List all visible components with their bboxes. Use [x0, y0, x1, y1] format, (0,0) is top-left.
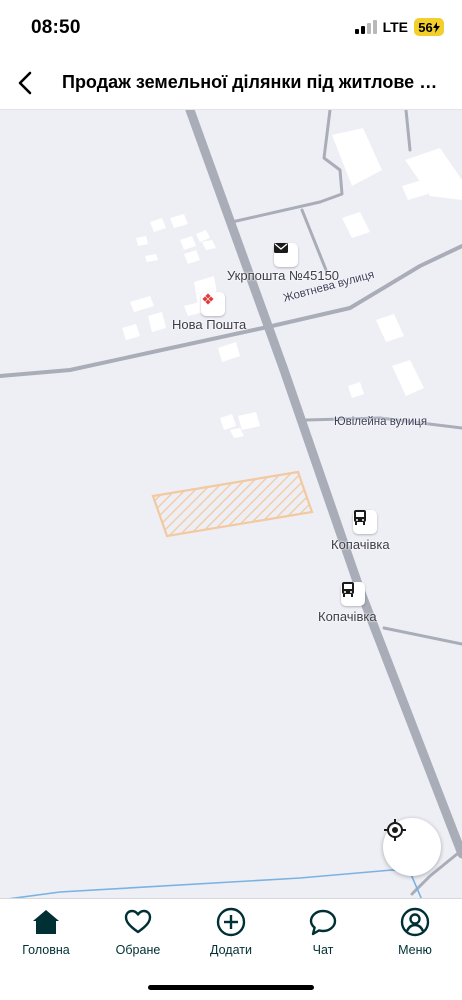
battery-icon: 56 [414, 18, 444, 36]
status-time: 08:50 [31, 17, 81, 38]
street-label-yuvileina: Ювілейна вулиця [334, 416, 428, 428]
poi-bus-stop-1-marker[interactable] [353, 510, 377, 534]
status-indicators: LTE 56 [354, 18, 444, 36]
map-view[interactable]: Жовтнева вулиця Ювілейна вулиця Укрпошта… [0, 110, 462, 898]
page-header: Продаж земельної ділянки під житлове буд… [0, 56, 462, 110]
poi-bus-stop-2-marker[interactable] [341, 582, 365, 606]
crosshair-icon [384, 819, 406, 841]
my-location-button[interactable] [383, 818, 441, 876]
tab-add-label: Додати [210, 943, 252, 957]
boundary-line [8, 869, 423, 898]
poi-nova-poshta-label[interactable]: Нова Пошта [172, 317, 246, 332]
tab-favorites-label: Обране [115, 943, 161, 957]
network-type: LTE [382, 19, 408, 35]
plus-circle-icon [216, 907, 246, 937]
chevron-left-icon [18, 71, 32, 95]
poi-ukrposhta-label[interactable]: Укрпошта №45150 [227, 268, 339, 283]
bottom-tab-bar: Головна Обране Додати Чат Меню [0, 898, 462, 1000]
tab-menu-label: Меню [398, 943, 432, 957]
mail-icon [274, 243, 288, 253]
main-road [185, 110, 462, 859]
tab-home[interactable]: Головна [0, 907, 92, 969]
map-canvas [0, 110, 462, 898]
tab-favorites[interactable]: Обране [92, 907, 184, 969]
battery-level: 56 [418, 19, 433, 35]
poi-ukrposhta-marker[interactable] [274, 243, 298, 267]
user-icon [400, 907, 430, 937]
back-button[interactable] [8, 66, 42, 100]
status-bar: 08:50 LTE 56 [0, 0, 462, 56]
tab-chat[interactable]: Чат [277, 907, 369, 969]
tab-menu[interactable]: Меню [369, 907, 461, 969]
home-icon [31, 907, 61, 937]
poi-bus-stop-1-label[interactable]: Копачівка [331, 537, 390, 552]
chat-icon [308, 907, 338, 937]
tab-add[interactable]: Додати [185, 907, 277, 969]
nova-poshta-icon [201, 292, 215, 306]
tab-home-label: Головна [22, 943, 70, 957]
heart-icon [123, 907, 153, 937]
bus-stop-icon [354, 510, 366, 525]
bus-stop-icon [342, 582, 354, 597]
charging-bolt-icon [432, 21, 440, 33]
poi-bus-stop-2-label[interactable]: Копачівка [318, 609, 377, 624]
signal-icon [354, 20, 377, 34]
home-indicator [148, 985, 314, 990]
poi-nova-poshta-marker[interactable] [201, 292, 225, 316]
tab-chat-label: Чат [312, 943, 334, 957]
land-plot-area[interactable] [151, 470, 314, 538]
page-title: Продаж земельної ділянки під житлове буд… [62, 72, 447, 92]
